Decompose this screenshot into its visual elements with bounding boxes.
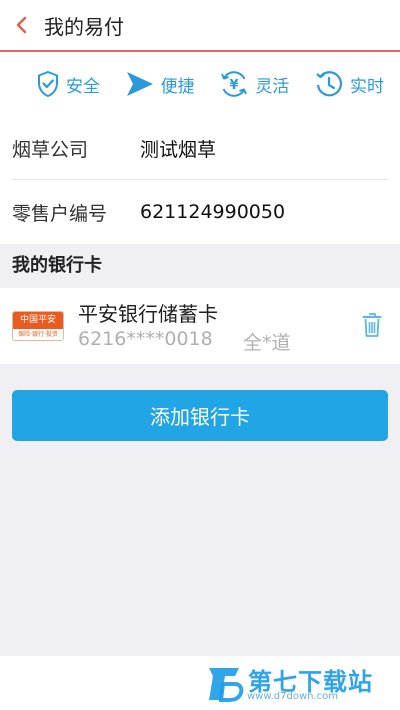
- card-holder: 全*道: [243, 332, 291, 354]
- trash-icon: [362, 313, 382, 337]
- feature-label: 灵活: [255, 76, 290, 97]
- company-label: 烟草公司: [12, 138, 89, 161]
- retailer-row: 零售户编号 621124990050: [0, 180, 400, 244]
- retailer-label: 零售户编号: [12, 202, 108, 225]
- company-row: 烟草公司 测试烟草: [0, 116, 400, 180]
- clock-history-icon: [316, 71, 342, 97]
- delete-card-button[interactable]: [362, 312, 382, 338]
- bank-logo-text: 中国平安: [13, 312, 63, 329]
- page-title: 我的易付: [44, 14, 124, 39]
- retailer-value: 621124990050: [140, 201, 286, 223]
- company-value: 测试烟草: [140, 138, 217, 161]
- add-bank-card-button[interactable]: 添加银行卡: [12, 390, 388, 441]
- back-button[interactable]: [0, 0, 44, 51]
- feature-convenience: 便捷: [125, 70, 195, 98]
- bank-section-title: 我的银行卡: [12, 255, 102, 276]
- bank-card-item[interactable]: 中国平安 保险·银行·投资 平安银行储蓄卡 6216****0018 全*道: [0, 288, 400, 364]
- svg-text:¥: ¥: [230, 78, 239, 93]
- yen-arrows-icon: ¥: [221, 71, 248, 97]
- feature-label: 安全: [66, 76, 100, 97]
- feature-realtime: 实时: [314, 69, 384, 99]
- feature-security: 安全: [36, 70, 100, 98]
- chevron-left-icon: [16, 16, 27, 34]
- bank-logo: 中国平安 保险·银行·投资: [12, 311, 64, 341]
- bank-name: 平安银行储蓄卡: [78, 302, 218, 326]
- watermark-logo-icon: [205, 662, 245, 706]
- watermark-url: www.d7down.com: [247, 691, 339, 702]
- bank-logo-subtext: 保险·银行·投资: [18, 331, 58, 338]
- header-bar: 我的易付: [0, 0, 400, 52]
- shield-check-icon: [38, 70, 58, 98]
- feature-label: 便捷: [160, 76, 195, 97]
- feature-flexible: ¥ 灵活: [219, 69, 289, 99]
- feature-strip: 安全 便捷 ¥ 灵活 实时: [0, 52, 400, 116]
- feature-label: 实时: [349, 76, 384, 97]
- send-arrow-icon: [126, 72, 153, 96]
- account-info-card: 烟草公司 测试烟草 零售户编号 621124990050: [0, 116, 400, 244]
- card-number: 6216****0018: [78, 328, 213, 350]
- footer-area: 第七下载站 www.d7down.com: [0, 656, 400, 710]
